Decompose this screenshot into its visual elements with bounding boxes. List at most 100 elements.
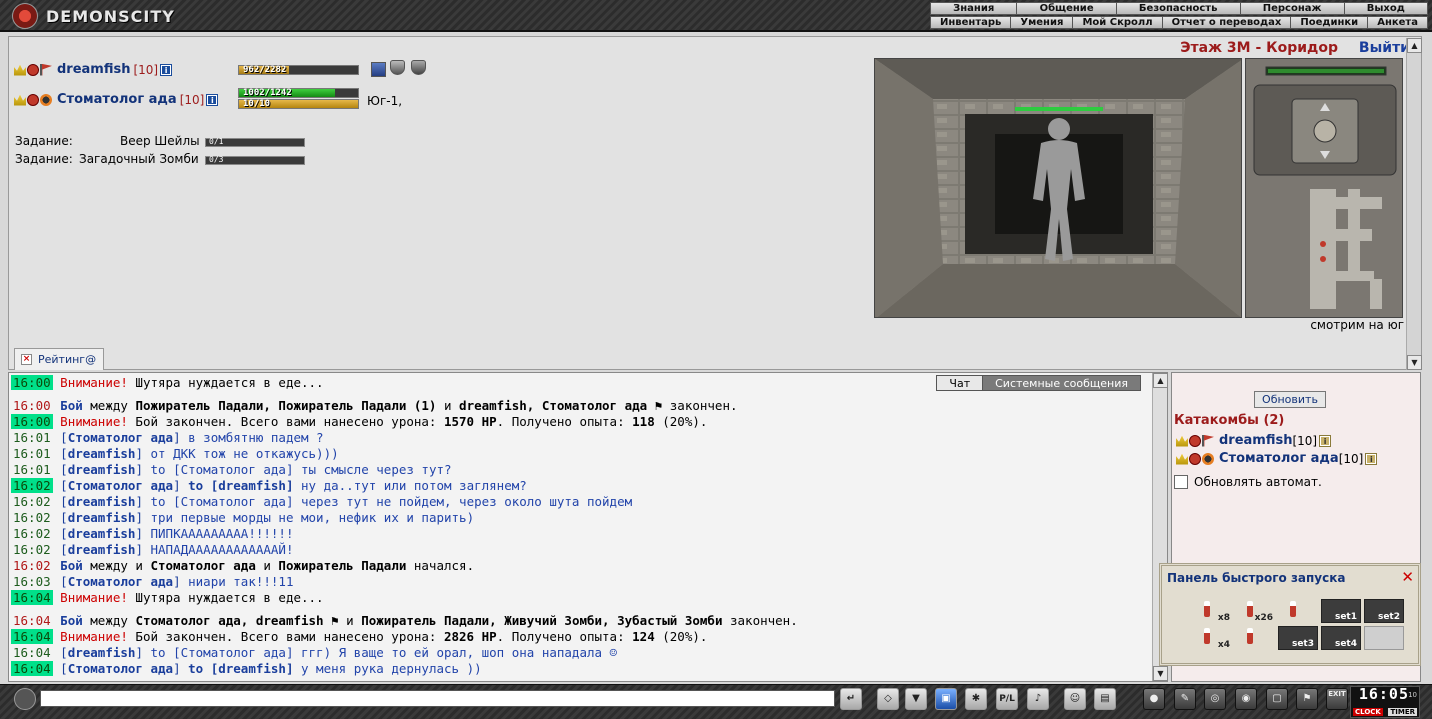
chat-text[interactable]: dreamfish bbox=[68, 542, 136, 557]
map-icon[interactable]: ◎ bbox=[1204, 688, 1226, 710]
chat-text[interactable]: dreamfish bbox=[68, 645, 136, 660]
empty-slot[interactable] bbox=[1364, 626, 1404, 650]
smile-icon[interactable]: ☺ bbox=[1064, 688, 1086, 710]
chat-text[interactable]: Бой bbox=[60, 398, 83, 413]
chat-text[interactable]: ] bbox=[135, 526, 143, 541]
auto-refresh-checkbox[interactable] bbox=[1174, 475, 1188, 489]
chat-time[interactable]: 16:02 bbox=[11, 526, 53, 541]
chat-time[interactable]: 16:00 bbox=[11, 414, 53, 429]
chat-text[interactable]: Стоматолог ада bbox=[68, 430, 173, 445]
info-icon[interactable]: i bbox=[1365, 452, 1378, 465]
chat-text[interactable]: dreamfish bbox=[68, 494, 136, 509]
menu-item[interactable]: Персонаж bbox=[1241, 3, 1345, 14]
tab-label[interactable]: Рейтинг@ bbox=[38, 353, 96, 366]
chat-text[interactable]: [ bbox=[60, 542, 68, 557]
potion-slot[interactable]: x4 bbox=[1192, 626, 1232, 650]
chat-time[interactable]: 16:03 bbox=[11, 574, 53, 589]
chat-text[interactable]: [ bbox=[60, 494, 68, 509]
chat-time[interactable]: 16:04 bbox=[11, 613, 53, 628]
chat-text[interactable]: Стоматолог ада bbox=[68, 661, 173, 676]
chat-text[interactable]: [ bbox=[60, 645, 68, 660]
close-icon[interactable]: ✕ bbox=[1401, 568, 1414, 586]
equipment-set-slot[interactable]: set3 bbox=[1278, 626, 1318, 650]
menu-item[interactable]: Инвентарь bbox=[931, 17, 1012, 28]
chat-text[interactable]: dreamfish bbox=[68, 510, 136, 525]
chat-time[interactable]: 16:02 bbox=[11, 558, 53, 573]
tab-chat[interactable]: Чат bbox=[936, 375, 984, 391]
potion-slot[interactable]: x26 bbox=[1235, 599, 1275, 623]
chat-text[interactable]: ] bbox=[173, 478, 188, 493]
chat-text[interactable]: ] bbox=[135, 645, 143, 660]
emote-icon[interactable]: ✱ bbox=[965, 688, 987, 710]
info-icon[interactable]: i bbox=[206, 93, 219, 106]
chat-text[interactable]: [ bbox=[60, 478, 68, 493]
menu-item[interactable]: Умения bbox=[1011, 17, 1074, 28]
exit-icon[interactable]: EXIT bbox=[1326, 688, 1348, 710]
user-name[interactable]: Стоматолог ада bbox=[1219, 451, 1339, 466]
chat-time[interactable]: 16:04 bbox=[11, 661, 53, 676]
chat-text[interactable]: Стоматолог ада bbox=[68, 478, 173, 493]
scroll-icon[interactable]: ✎ bbox=[1174, 688, 1196, 710]
scroll-up-button[interactable]: ▲ bbox=[1407, 38, 1422, 53]
menu-item[interactable]: Знания bbox=[931, 3, 1018, 14]
music-icon[interactable]: ♪ bbox=[1027, 688, 1049, 710]
timer-label[interactable]: TIMER bbox=[1388, 708, 1417, 716]
save-icon[interactable]: ▣ bbox=[935, 688, 957, 710]
chat-text[interactable]: [ bbox=[60, 661, 68, 676]
shield-badge-icon[interactable] bbox=[390, 60, 405, 75]
helmet-icon[interactable]: ◉ bbox=[1235, 688, 1257, 710]
player-name[interactable]: dreamfish bbox=[57, 62, 130, 77]
chat-text[interactable]: [ bbox=[60, 430, 68, 445]
chat-time[interactable]: 16:01 bbox=[11, 446, 53, 461]
talk-icon[interactable] bbox=[14, 688, 36, 710]
chat-input[interactable] bbox=[40, 690, 835, 707]
chat-text[interactable]: dreamfish bbox=[68, 526, 136, 541]
chat-text[interactable]: to [dreamfish] bbox=[188, 661, 293, 676]
chat-time[interactable]: 16:04 bbox=[11, 629, 53, 644]
menu-item[interactable]: Отчет о переводах bbox=[1163, 17, 1292, 28]
player-name[interactable]: Стоматолог ада bbox=[57, 92, 177, 107]
chat-text[interactable]: ] bbox=[135, 510, 143, 525]
chat-text[interactable]: dreamfish bbox=[68, 446, 136, 461]
equipment-set-slot[interactable]: set2 bbox=[1364, 599, 1404, 623]
scroll-down-button[interactable]: ▼ bbox=[1407, 355, 1422, 370]
eraser-icon[interactable]: ◇ bbox=[877, 688, 899, 710]
menu-item[interactable]: Анкета bbox=[1368, 17, 1427, 28]
menu-item[interactable]: Выход bbox=[1345, 3, 1427, 14]
main-scrollbar[interactable]: ▲ ▼ bbox=[1406, 38, 1422, 370]
filter-icon[interactable]: ▼ bbox=[905, 688, 927, 710]
shield-badge-icon[interactable] bbox=[411, 60, 426, 75]
chat-time[interactable]: 16:02 bbox=[11, 494, 53, 509]
equipment-set-slot[interactable]: set1 bbox=[1321, 599, 1361, 623]
info-icon[interactable]: i bbox=[160, 63, 173, 76]
pl-icon[interactable]: P/L bbox=[996, 688, 1018, 710]
potion-slot[interactable]: x8 bbox=[1192, 599, 1232, 623]
lock-icon[interactable]: ▢ bbox=[1266, 688, 1288, 710]
chat-text[interactable]: [ bbox=[60, 510, 68, 525]
chat-text[interactable]: ] bbox=[135, 446, 143, 461]
clock-label[interactable]: CLOCK bbox=[1353, 708, 1383, 716]
chat-text[interactable]: ] bbox=[135, 494, 143, 509]
chat-time[interactable]: 16:01 bbox=[11, 462, 53, 477]
menu-item[interactable]: Поединки bbox=[1291, 17, 1369, 28]
refresh-button[interactable]: Обновить bbox=[1254, 391, 1326, 408]
close-tab-icon[interactable]: × bbox=[21, 354, 32, 365]
user-name[interactable]: dreamfish bbox=[1219, 433, 1292, 448]
chat-time[interactable]: 16:04 bbox=[11, 590, 53, 605]
chat-text[interactable]: Бой bbox=[60, 558, 83, 573]
chat-text[interactable]: ] bbox=[173, 430, 181, 445]
chat-time[interactable]: 16:02 bbox=[11, 542, 53, 557]
chat-text[interactable]: [ bbox=[60, 462, 68, 477]
potion-slot[interactable] bbox=[1278, 599, 1318, 623]
menu-item[interactable]: Мой Скролл bbox=[1073, 17, 1163, 28]
chat-time[interactable]: 16:00 bbox=[11, 375, 53, 390]
chat-text[interactable]: Стоматолог ада bbox=[68, 574, 173, 589]
chat-text[interactable]: ] bbox=[135, 462, 143, 477]
chat-text[interactable]: ] bbox=[173, 661, 188, 676]
chat-time[interactable]: 16:01 bbox=[11, 430, 53, 445]
chat-time[interactable]: 16:00 bbox=[11, 398, 53, 413]
chat-time[interactable]: 16:02 bbox=[11, 478, 53, 493]
chat-text[interactable]: ] bbox=[173, 574, 181, 589]
scroll-down-button[interactable]: ▼ bbox=[1153, 666, 1167, 681]
scroll-up-button[interactable]: ▲ bbox=[1153, 373, 1167, 388]
